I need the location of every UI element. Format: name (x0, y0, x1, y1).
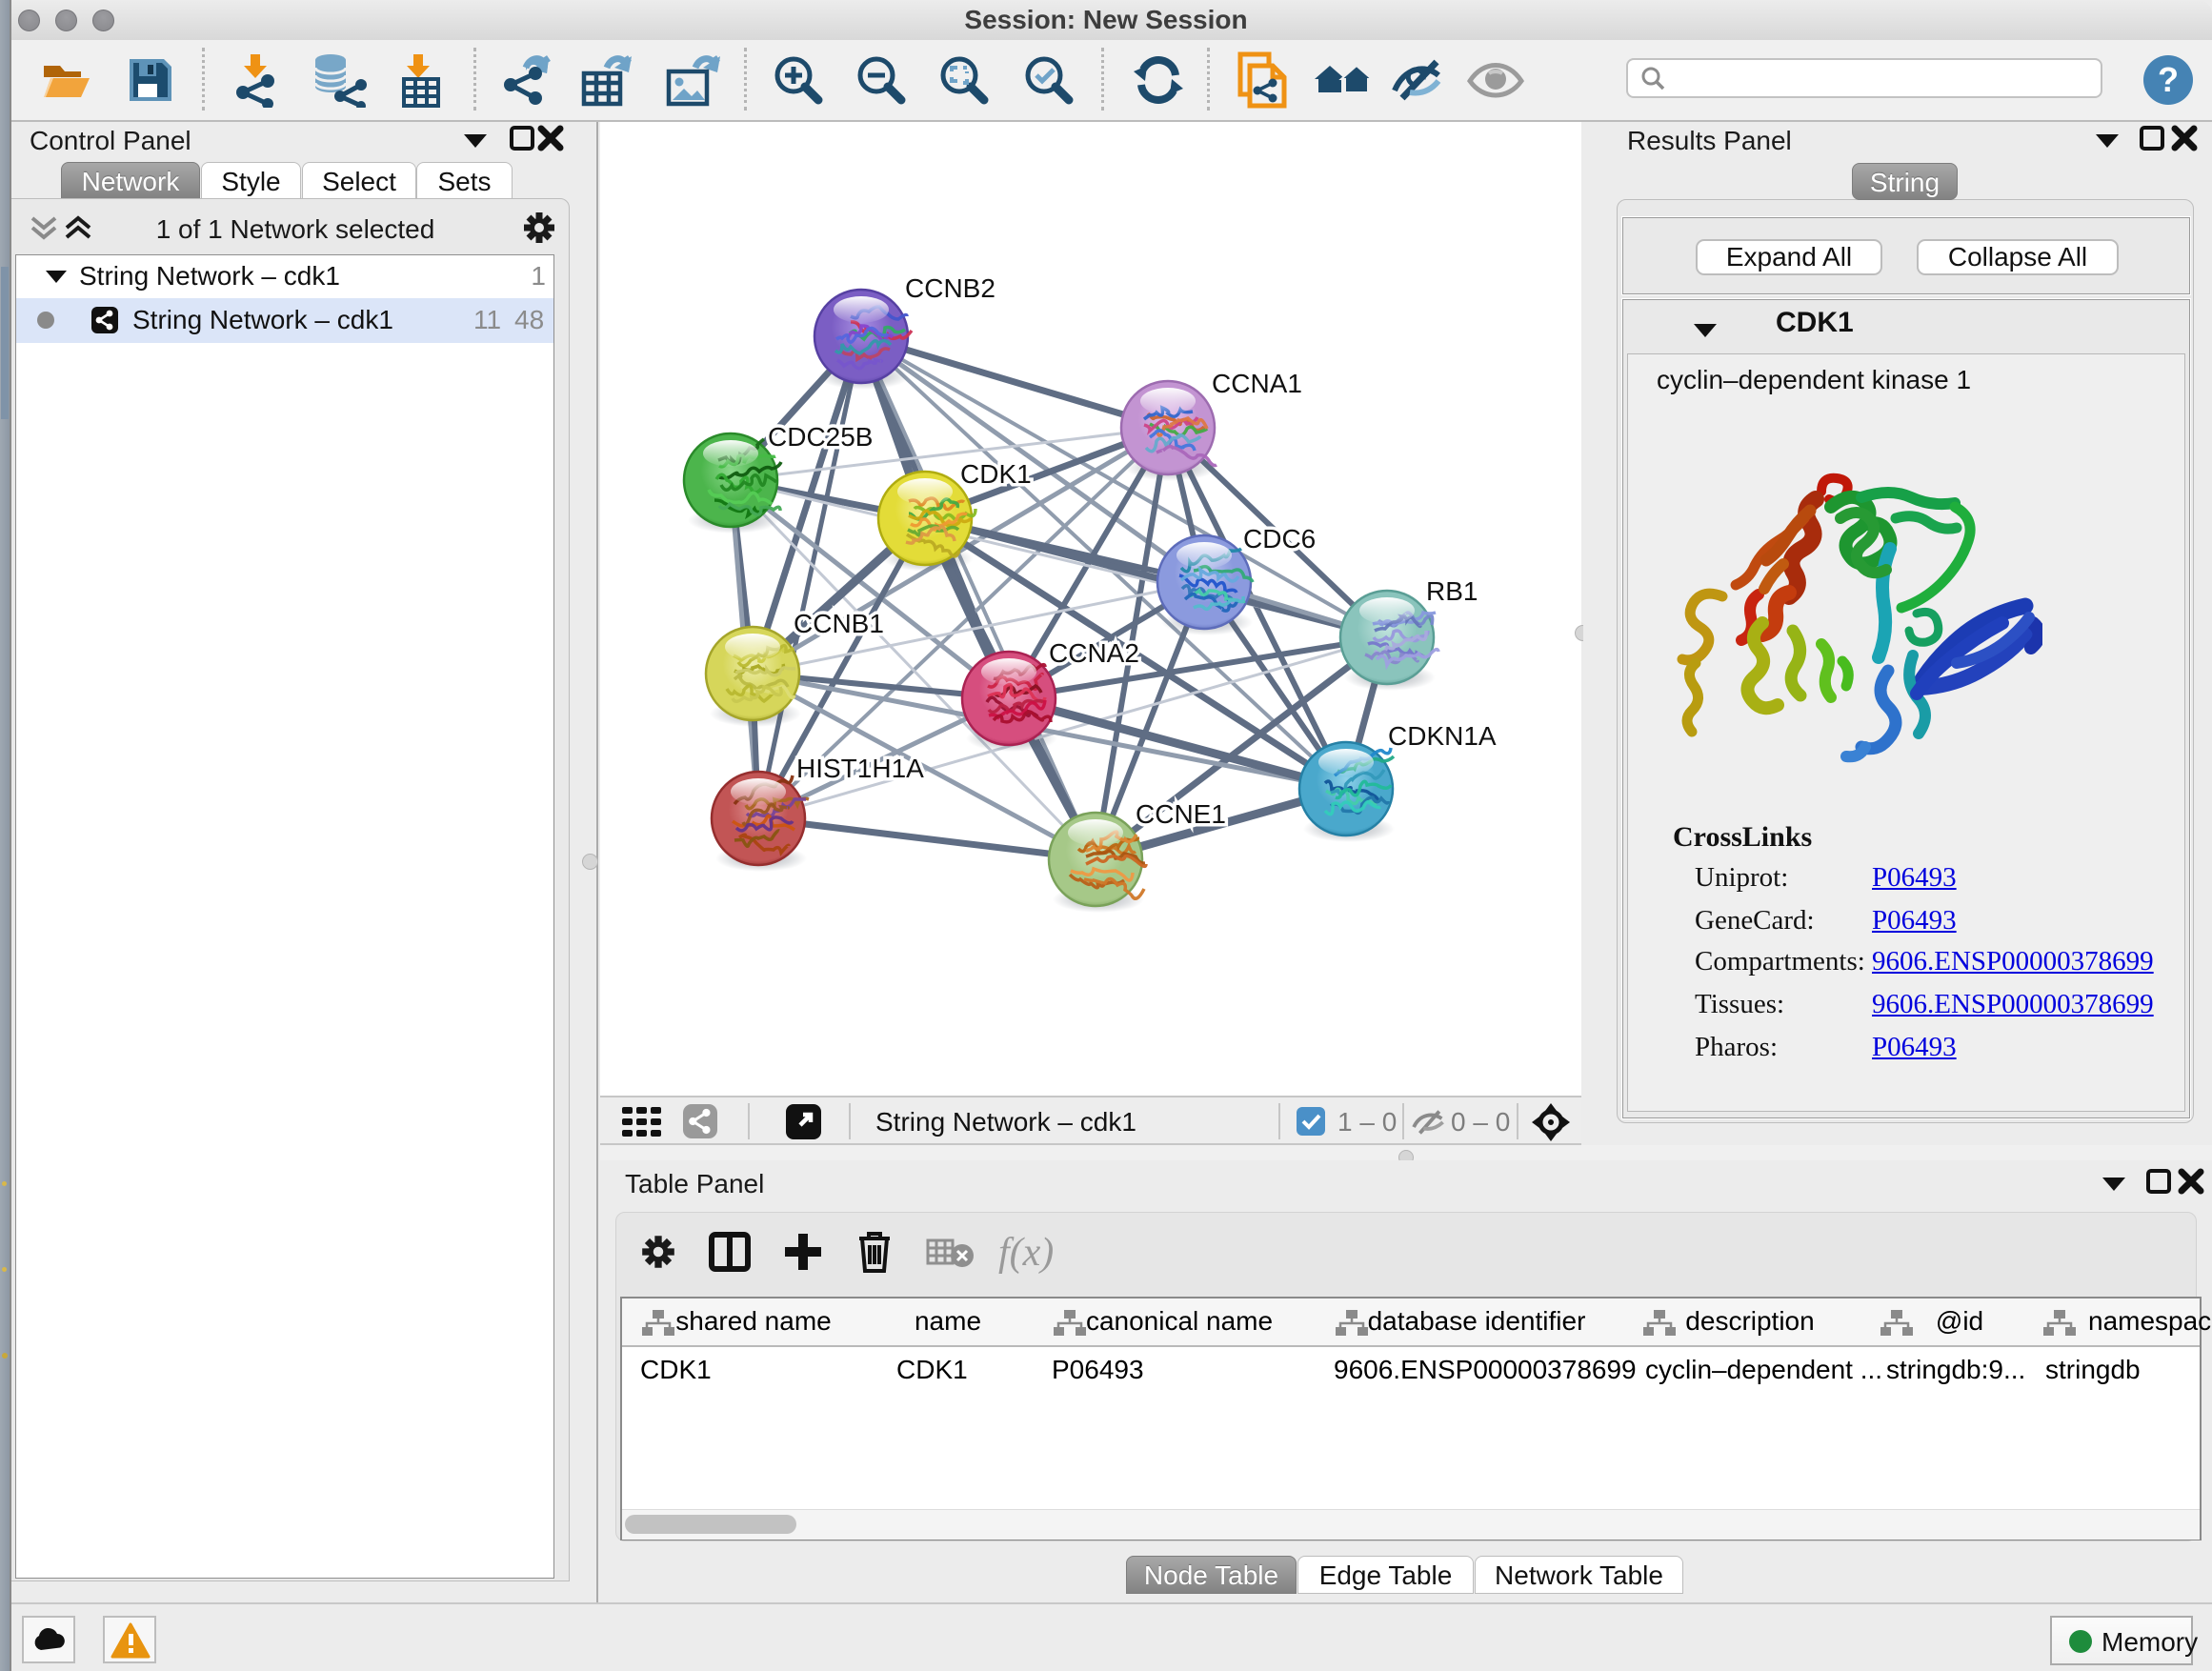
svg-text:CCNB2: CCNB2 (905, 273, 995, 303)
svg-text:CCNE1: CCNE1 (1136, 799, 1226, 829)
svg-text:?: ? (2158, 60, 2179, 99)
svg-text:CDC25B: CDC25B (768, 422, 873, 452)
svg-text:CDK1: CDK1 (960, 459, 1032, 489)
svg-text:CCNA1: CCNA1 (1212, 369, 1302, 398)
svg-text:CCNB1: CCNB1 (794, 609, 884, 638)
svg-text:CDKN1A: CDKN1A (1388, 721, 1497, 751)
svg-text:RB1: RB1 (1426, 576, 1478, 606)
svg-text:CCNA2: CCNA2 (1049, 638, 1139, 668)
svg-text:CDC6: CDC6 (1243, 524, 1316, 554)
svg-text:HIST1H1A: HIST1H1A (796, 754, 924, 783)
